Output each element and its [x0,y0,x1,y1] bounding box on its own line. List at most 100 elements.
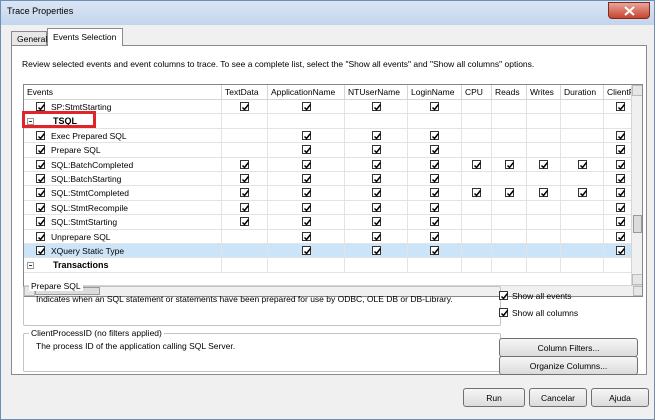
scroll-right-button[interactable] [633,286,642,296]
column-checkbox[interactable] [240,159,250,169]
column-checkbox[interactable] [616,145,626,155]
show-all-events-checkbox[interactable] [499,291,509,301]
vertical-scrollbar[interactable] [631,85,642,285]
close-button[interactable] [608,2,650,19]
column-checkbox[interactable] [505,159,515,169]
event-checkbox[interactable] [36,130,46,140]
column-checkbox[interactable] [372,102,382,111]
event-checkbox[interactable] [36,145,46,155]
event-checkbox[interactable] [36,246,46,255]
column-checkbox[interactable] [430,231,440,241]
column-header[interactable]: ApplicationName [268,85,345,100]
event-row[interactable]: SQL:StmtCompleted [24,186,638,201]
event-row[interactable]: Prepare SQL [24,143,638,158]
help-button[interactable]: Ajuda [591,388,649,407]
column-header[interactable]: Duration [561,85,604,100]
column-checkbox[interactable] [430,246,440,255]
column-checkbox[interactable] [616,217,626,227]
event-checkbox[interactable] [36,217,46,227]
event-checkbox[interactable] [36,188,46,198]
column-header[interactable]: Writes [527,85,561,100]
column-checkbox[interactable] [302,174,312,183]
column-checkbox[interactable] [578,159,588,169]
event-checkbox[interactable] [36,159,46,169]
column-checkbox[interactable] [302,159,312,169]
column-checkbox[interactable] [616,231,626,241]
column-checkbox[interactable] [372,174,382,183]
column-checkbox[interactable] [372,188,382,198]
column-checkbox[interactable] [430,188,440,198]
column-checkbox[interactable] [302,217,312,227]
column-header[interactable]: NTUserName [345,85,408,100]
column-checkbox[interactable] [430,145,440,155]
column-checkbox[interactable] [430,130,440,140]
column-checkbox[interactable] [302,202,312,212]
column-header[interactable]: Reads [492,85,527,100]
column-checkbox[interactable] [539,159,549,169]
column-checkbox[interactable] [372,202,382,212]
column-checkbox[interactable] [302,145,312,155]
column-checkbox[interactable] [372,130,382,140]
column-checkbox[interactable] [302,246,312,255]
column-checkbox[interactable] [472,188,482,198]
column-checkbox[interactable] [430,102,440,111]
column-checkbox[interactable] [616,188,626,198]
tab-events-selection[interactable]: Events Selection [47,28,123,46]
column-checkbox[interactable] [505,188,515,198]
column-checkbox[interactable] [616,130,626,140]
column-checkbox[interactable] [616,159,626,169]
scroll-thumb[interactable] [633,215,642,233]
category-row[interactable]: TSQL [24,114,638,129]
column-header[interactable]: TextData [222,85,268,100]
column-checkbox[interactable] [240,188,250,198]
event-checkbox[interactable] [36,202,46,212]
column-checkbox[interactable] [372,231,382,241]
event-row[interactable]: SQL:BatchCompleted [24,157,638,172]
column-checkbox[interactable] [240,102,250,111]
scroll-up-button[interactable] [632,85,642,96]
column-checkbox[interactable] [539,188,549,198]
column-checkbox[interactable] [372,145,382,155]
column-checkbox[interactable] [430,159,440,169]
column-checkbox[interactable] [616,246,626,255]
column-checkbox[interactable] [240,217,250,227]
column-header[interactable]: CPU [462,85,492,100]
organize-columns-button[interactable]: Organize Columns... [499,356,638,375]
event-row[interactable]: SP:StmtStarting [24,100,638,115]
column-filters-button[interactable]: Column Filters... [499,338,638,357]
show-all-columns-checkbox[interactable] [499,308,509,318]
event-row[interactable]: SQL:StmtRecompile [24,200,638,216]
column-checkbox[interactable] [430,174,440,183]
event-row[interactable]: SQL:StmtStarting [24,215,638,230]
event-row[interactable]: Unprepare SQL [24,229,638,244]
show-all-events-option[interactable]: Show all events [499,291,572,301]
column-header[interactable]: LoginName [408,85,462,100]
event-row[interactable]: XQuery Static Type [24,244,638,259]
column-header[interactable]: Events [24,85,222,100]
column-checkbox[interactable] [372,246,382,255]
event-row[interactable]: SQL:BatchStarting [24,172,638,187]
column-checkbox[interactable] [616,102,626,111]
column-checkbox[interactable] [616,202,626,212]
column-checkbox[interactable] [302,188,312,198]
column-checkbox[interactable] [472,159,482,169]
tab-general[interactable]: General [11,31,47,45]
column-checkbox[interactable] [372,217,382,227]
column-checkbox[interactable] [372,159,382,169]
event-checkbox[interactable] [36,102,46,111]
column-checkbox[interactable] [240,174,250,183]
show-all-columns-option[interactable]: Show all columns [499,308,578,318]
column-checkbox[interactable] [302,231,312,241]
event-checkbox[interactable] [36,174,46,183]
column-checkbox[interactable] [430,202,440,212]
event-row[interactable]: Exec Prepared SQL [24,128,638,144]
column-checkbox[interactable] [302,130,312,140]
event-checkbox[interactable] [36,231,46,241]
category-row[interactable]: Transactions [24,258,638,273]
column-checkbox[interactable] [616,174,626,183]
column-checkbox[interactable] [578,188,588,198]
collapse-toggle-icon[interactable] [27,262,34,270]
run-button[interactable]: Run [463,388,525,407]
column-checkbox[interactable] [302,102,312,111]
column-checkbox[interactable] [240,202,250,212]
